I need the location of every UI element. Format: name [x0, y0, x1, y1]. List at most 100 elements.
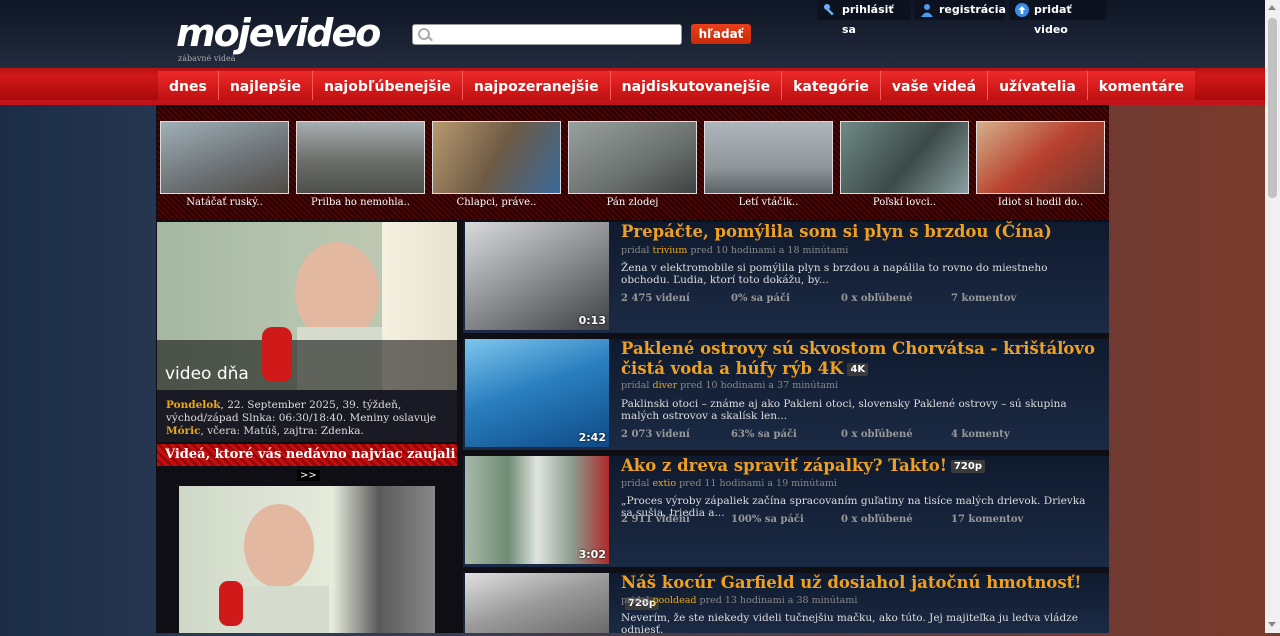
video-favorites: 0 x obľúbené: [841, 293, 913, 304]
quality-badge: 4K: [847, 363, 869, 376]
video-views: 2 073 videní: [621, 429, 690, 440]
day-name: Pondelok: [166, 399, 221, 411]
upload-icon: [1015, 3, 1029, 17]
nav-favorite[interactable]: najobľúbenejšie: [312, 71, 463, 100]
search-button[interactable]: hľadať: [691, 24, 751, 44]
video-thumbnail[interactable]: [465, 573, 609, 633]
video-title-text[interactable]: Náš kocúr Garfield už dosiahol jatočnú h…: [621, 573, 1081, 592]
featured-caption[interactable]: Poľskí lovci..: [840, 197, 969, 208]
video-title[interactable]: Náš kocúr Garfield už dosiahol jatočnú h…: [621, 573, 1099, 613]
nav-categories[interactable]: kategórie: [782, 71, 881, 100]
register-button[interactable]: registrácia: [914, 0, 1006, 20]
video-of-day-label[interactable]: video dňa: [165, 364, 249, 384]
user-icon: [921, 4, 933, 17]
site-logo[interactable]: mojevideo: [176, 10, 381, 56]
featured-thumbnail[interactable]: [840, 121, 969, 194]
video-title[interactable]: Paklené ostrovy sú skvostom Chorvátsa - …: [621, 339, 1099, 379]
quality-badge: 720p: [950, 460, 986, 473]
scroll-up-arrow-icon[interactable]: [1268, 5, 1276, 10]
featured-thumbnail[interactable]: [704, 121, 833, 194]
featured-item[interactable]: Natáčať ruský..: [160, 121, 289, 208]
video-comments-count[interactable]: 17 komentov: [951, 514, 1061, 525]
featured-caption[interactable]: Idiot si hodil do..: [976, 197, 1105, 208]
video-duration: 0:13: [578, 314, 606, 327]
video-thumbnail[interactable]: 3:02: [465, 456, 609, 564]
video-list-item[interactable]: 0:13 Prepáčte, pomýlila som si plyn s br…: [463, 222, 1109, 333]
featured-item[interactable]: Chlapci, práve..: [432, 121, 561, 208]
featured-item[interactable]: Pán zlodej: [568, 121, 697, 208]
featured-strip: Natáčať ruský.. Prilba ho nemohla.. Chla…: [157, 107, 1109, 220]
video-thumbnail[interactable]: 2:42: [465, 339, 609, 447]
recent-video-image: [219, 504, 329, 633]
featured-thumbnail[interactable]: [432, 121, 561, 194]
nav-most-discussed[interactable]: najdiskutovanejšie: [610, 71, 783, 100]
login-button[interactable]: prihlásiť sa: [817, 0, 911, 36]
video-likes: 0% sa páči: [731, 293, 790, 304]
video-title-text[interactable]: Prepáčte, pomýlila som si plyn s brzdou …: [621, 222, 1052, 241]
featured-caption[interactable]: Natáčať ruský..: [160, 197, 289, 208]
video-title[interactable]: Prepáčte, pomýlila som si plyn s brzdou …: [621, 222, 1099, 242]
added-by-label: pridal: [621, 478, 650, 489]
recent-interests-heading: Videá, ktoré vás nedávno najviac zaujali: [157, 444, 457, 466]
nav-today[interactable]: dnes: [158, 71, 219, 100]
video-stats: 2 911 videní 100% sa páči 0 x obľúbené 17 k…: [621, 514, 1099, 525]
scrollbar-thumb[interactable]: [1268, 18, 1277, 198]
video-uploader-link[interactable]: extio: [652, 478, 676, 489]
video-uploader-link[interactable]: diver: [652, 380, 677, 391]
video-list-item[interactable]: Náš kocúr Garfield už dosiahol jatočnú h…: [463, 573, 1109, 636]
nav-your-videos[interactable]: vaše videá: [880, 71, 989, 100]
video-uploader-link[interactable]: trivium: [652, 245, 687, 256]
featured-thumbnail[interactable]: [296, 121, 425, 194]
video-time: pred 11 hodinami a 19 minútami: [679, 478, 837, 489]
video-meta: pridal diver pred 10 hodinami a 37 minút…: [621, 380, 838, 391]
register-label: registrácia: [939, 3, 1006, 16]
video-comments-count[interactable]: 4 komenty: [951, 429, 1061, 440]
featured-item[interactable]: Prilba ho nemohla..: [296, 121, 425, 208]
featured-item[interactable]: Poľskí lovci..: [840, 121, 969, 208]
recent-next-button[interactable]: >>: [297, 470, 320, 481]
site-tagline: zábavné videá: [178, 54, 236, 63]
search-input[interactable]: [433, 26, 677, 44]
video-favorites: 0 x obľúbené: [841, 514, 913, 525]
site-header: mojevideo zábavné videá hľadať prihlásiť…: [0, 0, 1265, 68]
featured-thumbnail[interactable]: [568, 121, 697, 194]
video-likes: 63% sa páči: [731, 429, 797, 440]
video-comments-count[interactable]: 7 komentov: [951, 293, 1061, 304]
search-icon: [418, 28, 430, 40]
add-video-label: pridať video: [1034, 3, 1072, 36]
scroll-down-arrow-icon[interactable]: [1268, 622, 1276, 627]
featured-caption[interactable]: Letí vtáčik..: [704, 197, 833, 208]
video-list-item[interactable]: 2:42 Paklené ostrovy sú skvostom Chorvát…: [463, 339, 1109, 450]
featured-item[interactable]: Idiot si hodil do..: [976, 121, 1105, 208]
featured-thumbnail[interactable]: [160, 121, 289, 194]
video-title[interactable]: Ako z dreva spraviť zápalky? Takto! 720p: [621, 456, 1099, 476]
video-thumbnail[interactable]: 0:13: [465, 222, 609, 330]
nameday-name: Móric: [166, 425, 201, 437]
video-title-text[interactable]: Ako z dreva spraviť zápalky? Takto!: [621, 456, 947, 475]
video-stats: 2 073 videní 63% sa páči 0 x obľúbené 4 kom…: [621, 429, 1099, 440]
nav-comments[interactable]: komentáre: [1087, 71, 1195, 100]
nav-best[interactable]: najlepšie: [218, 71, 313, 100]
nav-users[interactable]: užívatelia: [988, 71, 1088, 100]
video-time: pred 10 hodinami a 18 minútami: [690, 245, 849, 256]
video-list-item[interactable]: 3:02 Ako z dreva spraviť zápalky? Takto!…: [463, 456, 1109, 567]
video-time: pred 13 hodinami a 38 minútami: [699, 595, 858, 606]
featured-thumbnail[interactable]: [976, 121, 1105, 194]
video-meta: pridal extio pred 11 hodinami a 19 minút…: [621, 478, 837, 489]
video-likes: 100% sa páči: [731, 514, 804, 525]
featured-caption[interactable]: Prilba ho nemohla..: [296, 197, 425, 208]
featured-caption[interactable]: Pán zlodej: [568, 197, 697, 208]
featured-caption[interactable]: Chlapci, práve..: [432, 197, 561, 208]
video-uploader-link[interactable]: pooldead: [652, 595, 696, 606]
nav-most-viewed[interactable]: najpozeranejšie: [462, 71, 611, 100]
added-by-label: pridal: [621, 380, 650, 391]
date-info-box: Pondelok, 22. September 2025, 39. týždeň…: [157, 390, 457, 442]
add-video-button[interactable]: pridať video: [1009, 0, 1107, 36]
key-icon: [824, 4, 834, 16]
video-views: 2 475 videní: [621, 293, 690, 304]
search-box[interactable]: [412, 24, 682, 45]
video-time: pred 10 hodinami a 37 minútami: [680, 380, 839, 391]
recent-video-thumbnail[interactable]: [179, 486, 435, 633]
main-nav: dnes najlepšie najobľúbenejšie najpozera…: [158, 71, 1195, 100]
featured-item[interactable]: Letí vtáčik..: [704, 121, 833, 208]
